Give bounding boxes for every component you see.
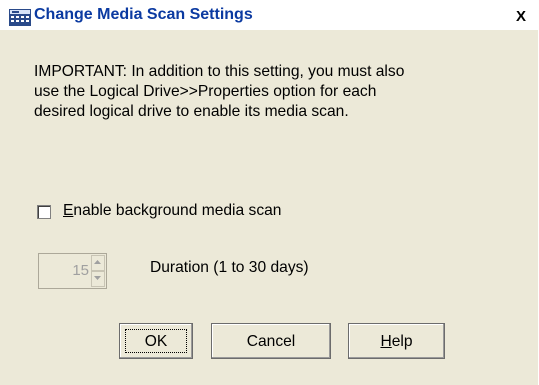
background-media-scan-checkbox[interactable] [37,205,51,219]
important-notice: IMPORTANT: In addition to this setting, … [34,63,405,120]
close-button[interactable]: X [510,8,532,26]
ok-button-label: OK [125,329,187,353]
duration-spinner[interactable]: 15 [38,253,107,289]
change-media-scan-dialog: Change Media Scan Settings X IMPORTANT: … [0,0,538,385]
duration-label: Duration (1 to 30 days) [150,259,309,276]
label-text: nable background media scan [73,202,282,219]
background-media-scan-label[interactable]: Enable background media scan [63,202,281,220]
ok-button[interactable]: OK [119,323,193,359]
spin-up-arrow-icon[interactable] [91,255,105,271]
label-mnemonic: E [63,202,74,219]
cancel-button[interactable]: Cancel [211,323,331,359]
help-button[interactable]: Help [348,323,445,359]
help-mnemonic: H [380,333,392,350]
title-bar[interactable]: Change Media Scan Settings X [0,0,538,30]
spin-down-arrow-icon[interactable] [91,271,105,287]
duration-value[interactable]: 15 [39,262,89,279]
window-title: Change Media Scan Settings [34,6,253,23]
help-label: elp [391,333,413,350]
grid-app-icon [9,9,31,26]
